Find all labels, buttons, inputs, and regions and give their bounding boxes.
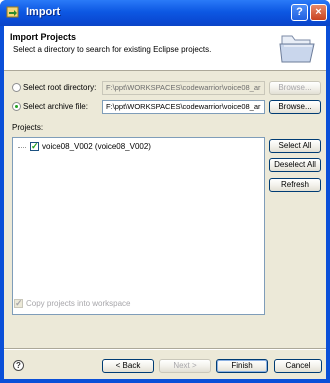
footer-separator [4, 348, 326, 350]
wizard-banner: Import Projects Select a directory to se… [4, 26, 326, 71]
archive-file-radio[interactable] [12, 102, 21, 111]
page-description: Select a directory to search for existin… [13, 45, 212, 54]
next-button[interactable]: Next > [159, 359, 211, 373]
help-icon[interactable]: ? [13, 360, 24, 371]
refresh-button[interactable]: Refresh [269, 178, 321, 192]
tree-connector [18, 147, 26, 149]
cancel-button[interactable]: Cancel [274, 359, 322, 373]
import-wizard-icon [6, 6, 19, 18]
finish-button[interactable]: Finish [216, 359, 268, 373]
title-help-button[interactable]: ? [291, 4, 308, 21]
root-directory-label[interactable]: Select root directory: [23, 83, 96, 92]
root-directory-field[interactable]: F:\ppt\WORKSPACES\codewarrior\voice08_ar [102, 81, 265, 95]
archive-file-field[interactable]: F:\ppt\WORKSPACES\codewarrior\voice08_ar [102, 100, 265, 114]
projects-list[interactable]: ✓ voice08_V002 (voice08_V002) [12, 137, 265, 315]
select-all-button[interactable]: Select All [269, 139, 321, 153]
deselect-all-button[interactable]: Deselect All [269, 158, 321, 172]
import-dialog: Import ? × Import Projects Select a dire… [0, 0, 330, 383]
window-title: Import [26, 6, 61, 18]
open-folder-icon [279, 35, 315, 63]
copy-into-workspace-checkbox[interactable]: ✓ [14, 299, 23, 308]
archive-file-label[interactable]: Select archive file: [23, 102, 88, 111]
root-directory-radio[interactable] [12, 83, 21, 92]
title-close-button[interactable]: × [310, 4, 327, 21]
page-title: Import Projects [10, 32, 77, 42]
back-button[interactable]: < Back [102, 359, 154, 373]
project-item-label[interactable]: voice08_V002 (voice08_V002) [42, 142, 151, 151]
title-bar[interactable]: Import ? × [0, 0, 330, 26]
dialog-client-area: Import Projects Select a directory to se… [4, 26, 326, 379]
projects-label: Projects: [12, 123, 44, 132]
archive-file-browse-button[interactable]: Browse... [269, 100, 321, 114]
copy-into-workspace-label[interactable]: Copy projects into workspace [26, 299, 131, 308]
root-directory-browse-button[interactable]: Browse... [269, 81, 321, 95]
project-checkbox[interactable]: ✓ [30, 142, 39, 151]
